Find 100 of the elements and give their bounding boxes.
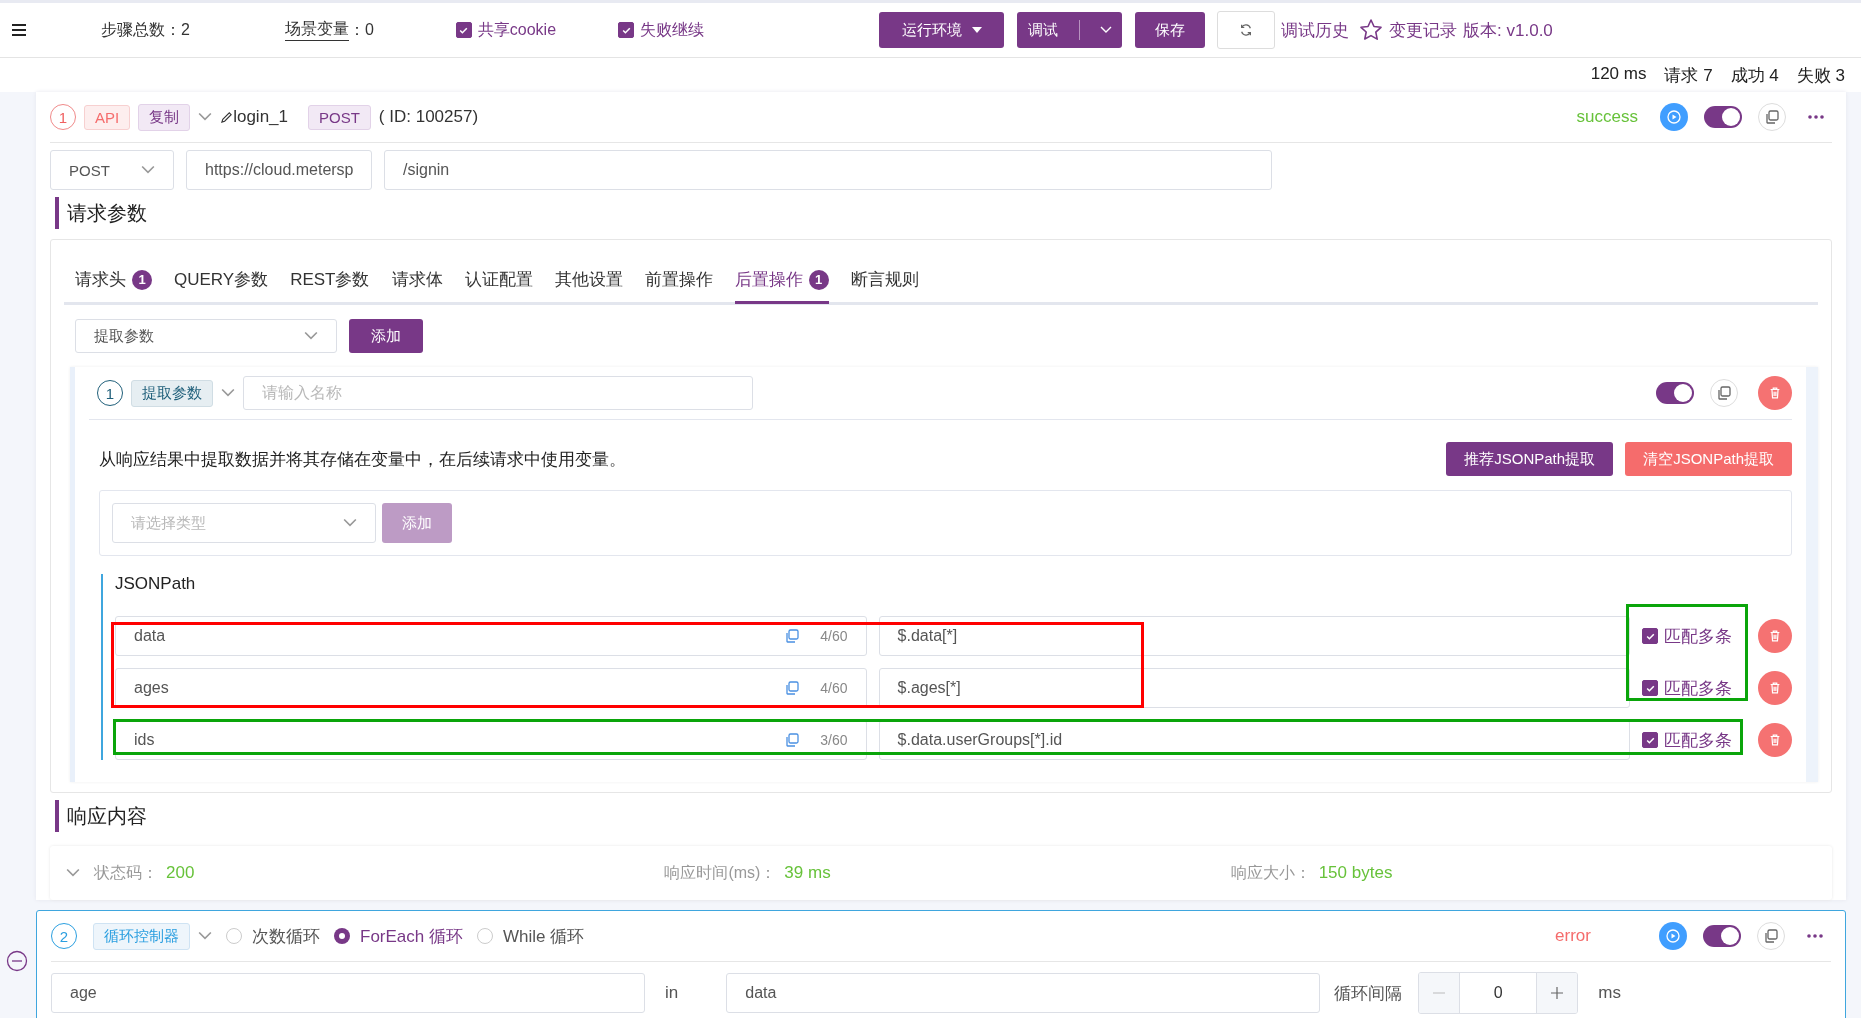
type-tag: API xyxy=(84,104,131,130)
copy-tag: 复制 xyxy=(138,103,191,131)
version-label: 版本: v1.0.0 xyxy=(1463,19,1553,42)
radio-label[interactable]: ForEach 循环 xyxy=(360,924,463,948)
more-icon[interactable] xyxy=(1807,934,1823,938)
run-button[interactable] xyxy=(1660,103,1688,131)
tab[interactable]: 前置操作 xyxy=(644,255,713,304)
save-button[interactable]: 保存 xyxy=(1135,12,1206,48)
checkbox-label[interactable]: 匹配多条 xyxy=(1664,624,1733,648)
enable-toggle[interactable] xyxy=(1656,382,1694,404)
delete-button[interactable] xyxy=(1758,723,1792,757)
variable-field[interactable]: age xyxy=(51,973,645,1013)
processor-select[interactable]: 提取参数 xyxy=(75,319,337,353)
group-label: JSONPath xyxy=(115,574,197,595)
more-icon[interactable] xyxy=(1808,115,1824,119)
char-count: 4/60 xyxy=(820,628,848,644)
checkbox[interactable] xyxy=(1642,628,1659,644)
run-button[interactable] xyxy=(1659,922,1687,950)
environment-button[interactable]: 运行环境 xyxy=(879,12,1005,48)
checkbox[interactable] xyxy=(455,22,472,38)
copy-icon[interactable] xyxy=(784,732,801,748)
checkbox-label[interactable]: 失败继续 xyxy=(640,19,705,41)
caret-icon xyxy=(304,331,318,341)
radio-button[interactable] xyxy=(334,928,350,944)
copy-icon[interactable] xyxy=(1764,109,1780,125)
trash-icon xyxy=(1768,386,1782,400)
plus-icon[interactable] xyxy=(1551,987,1564,999)
response-time: 39 ms xyxy=(784,863,831,883)
radio-label[interactable]: While 循环 xyxy=(503,924,585,948)
copy-icon[interactable] xyxy=(1763,928,1779,944)
change-log-link[interactable]: 变更记录 xyxy=(1389,18,1458,42)
tab[interactable]: 认证配置 xyxy=(464,255,533,304)
interval-stepper[interactable]: 0 xyxy=(1418,972,1579,1014)
pencil-icon[interactable] xyxy=(220,110,234,124)
section-title: 请求参数 xyxy=(67,200,147,226)
caret-icon xyxy=(141,165,155,175)
path-field[interactable]: /signin xyxy=(384,150,1272,190)
name-field[interactable]: data 4/60 xyxy=(115,616,867,656)
tab[interactable]: REST参数 xyxy=(290,255,370,304)
summary-stat: 120 ms xyxy=(1590,64,1647,85)
tab[interactable]: QUERY参数 xyxy=(174,255,269,304)
star-icon[interactable] xyxy=(1359,18,1384,42)
tab[interactable]: 请求体 xyxy=(391,255,443,304)
step-status: error xyxy=(1555,926,1591,946)
delete-button[interactable] xyxy=(1758,619,1792,653)
step-count: 步骤总数：2 xyxy=(101,19,190,40)
enable-toggle[interactable] xyxy=(1703,925,1741,947)
char-count: 4/60 xyxy=(820,680,848,696)
copy-icon[interactable] xyxy=(784,680,801,696)
delete-button[interactable] xyxy=(1758,376,1792,410)
tab[interactable]: 断言规则 xyxy=(850,255,919,304)
step-name[interactable]: login_1 xyxy=(233,107,288,127)
processor-tag: 提取参数 xyxy=(131,379,213,407)
summary-stat: 失败 3 xyxy=(1796,65,1845,87)
expand-icon xyxy=(198,112,213,122)
checkbox-label[interactable]: 匹配多条 xyxy=(1664,728,1733,752)
status-code: 200 xyxy=(166,863,195,883)
name-field[interactable]: ages 4/60 xyxy=(115,668,867,708)
copy-icon[interactable] xyxy=(784,628,801,644)
radio-label[interactable]: 次数循环 xyxy=(252,924,320,948)
trash-icon xyxy=(1768,629,1782,643)
caret-icon xyxy=(971,27,982,33)
base-url-field[interactable]: https://cloud.metersp xyxy=(186,150,372,190)
debug-button[interactable]: 调试 xyxy=(1017,12,1123,48)
tab[interactable]: 后置操作 1 xyxy=(734,255,829,304)
response-size-label: 响应大小： xyxy=(1230,862,1311,883)
unit-label: ms xyxy=(1598,983,1621,1003)
summary-stat: 请求 7 xyxy=(1664,65,1713,87)
tab[interactable]: 请求头 1 xyxy=(75,255,152,304)
expand-icon xyxy=(66,868,80,878)
count-badge: 1 xyxy=(132,269,152,290)
method-tag: POST xyxy=(308,104,371,130)
menu-icon[interactable] xyxy=(12,24,26,36)
enable-toggle[interactable] xyxy=(1704,106,1742,128)
scene-variables-count: ：0 xyxy=(348,19,374,40)
debug-history-link[interactable]: 调试历史 xyxy=(1281,18,1350,42)
trash-icon xyxy=(1768,681,1782,695)
tab[interactable]: 其他设置 xyxy=(554,255,623,304)
checkbox[interactable] xyxy=(1642,680,1659,696)
checkbox[interactable] xyxy=(618,22,635,38)
delete-button[interactable] xyxy=(1758,671,1792,705)
scene-variables-link[interactable]: 场景变量 xyxy=(284,19,349,41)
status-code-label: 状态码： xyxy=(94,862,158,883)
checkbox[interactable] xyxy=(1642,732,1659,748)
play-icon xyxy=(1665,928,1681,944)
copy-icon[interactable] xyxy=(1716,385,1732,401)
expand-icon xyxy=(198,931,212,941)
count-badge: 1 xyxy=(808,269,829,290)
recommend-button[interactable]: 推荐JSONPath提取 xyxy=(1446,442,1614,476)
in-label: in xyxy=(665,983,679,1003)
expression-field[interactable]: $.ages[*] xyxy=(878,668,1631,708)
expression-field[interactable]: $.data[*] xyxy=(878,616,1631,656)
caret-icon xyxy=(1100,26,1113,34)
add-button[interactable]: 添加 xyxy=(349,319,423,353)
checkbox-label[interactable]: 匹配多条 xyxy=(1664,676,1733,700)
method-select[interactable]: POST xyxy=(50,150,174,190)
checkbox-label[interactable]: 共享cookie xyxy=(477,19,557,41)
collapse-icon[interactable] xyxy=(6,950,28,972)
type-tag: 循环控制器 xyxy=(93,922,190,950)
collection-field[interactable]: data xyxy=(726,973,1321,1013)
